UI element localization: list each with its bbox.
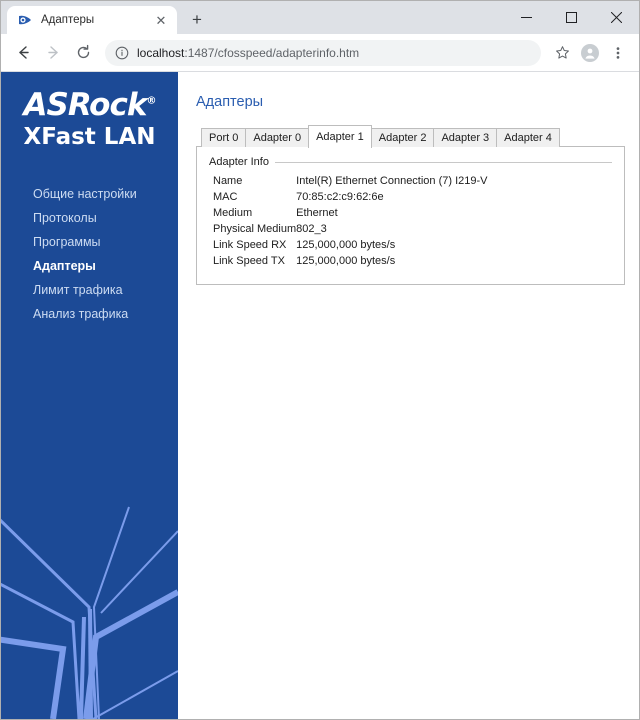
table-row: Name Intel(R) Ethernet Connection (7) I2…: [213, 173, 488, 189]
legend-divider: [274, 161, 612, 163]
row-key: Name: [213, 175, 243, 187]
close-button[interactable]: [594, 1, 639, 33]
adapter-info-panel: Adapter Info Name Intel(R) Ethernet Conn…: [196, 146, 625, 285]
table-row: Medium Ethernet: [213, 205, 488, 221]
row-key: MAC: [213, 191, 238, 203]
browser-window: Адаптеры ✕ + localhost:1487/cfosspeed/ad…: [0, 0, 640, 720]
reload-icon[interactable]: [69, 39, 97, 67]
table-row: Physical Medium 802_3: [213, 221, 488, 237]
sidebar-item-traffic-limit[interactable]: Лимит трафика: [1, 278, 178, 302]
brand-name-text: ASRock: [23, 87, 148, 123]
row-key: Medium: [213, 207, 253, 219]
cfosspeed-favicon-icon: [17, 12, 33, 28]
table-row: Link Speed RX 125,000,000 bytes/s: [213, 237, 488, 253]
url-host: localhost: [137, 45, 185, 60]
table-row: Link Speed TX 125,000,000 bytes/s: [213, 253, 488, 269]
sidebar-item-programs[interactable]: Программы: [1, 230, 178, 254]
tab-close-icon[interactable]: ✕: [153, 12, 169, 28]
browser-tab-title: Адаптеры: [41, 14, 95, 26]
tab-port-0[interactable]: Port 0: [201, 128, 247, 147]
url-path: :1487/cfosspeed/adapterinfo.htm: [184, 45, 360, 60]
table-row: MAC 70:85:c2:c9:62:6e: [213, 189, 488, 205]
circuit-trace-decoration: [1, 506, 178, 719]
tab-adapter-2[interactable]: Adapter 2: [370, 128, 435, 147]
tab-adapter-1[interactable]: Adapter 1: [308, 125, 372, 148]
window-controls: [504, 1, 639, 33]
brand-logo: ASRock® XFast LAN: [1, 72, 178, 149]
row-value: 125,000,000 bytes/s: [296, 255, 396, 267]
main-content: Адаптеры Port 0 Adapter 0 Adapter 1 Adap…: [178, 72, 639, 719]
adapter-info-legend-label: Adapter Info: [209, 156, 269, 168]
sidebar-nav: Общие настройки Протоколы Программы Адап…: [1, 182, 178, 326]
registered-mark: ®: [146, 95, 156, 107]
tab-strip: Адаптеры ✕ +: [1, 1, 211, 34]
browser-toolbar: localhost:1487/cfosspeed/adapterinfo.htm: [1, 34, 639, 72]
sidebar-item-general-settings[interactable]: Общие настройки: [1, 182, 178, 206]
row-value: 802_3: [296, 223, 327, 235]
row-value: 70:85:c2:c9:62:6e: [296, 191, 384, 203]
avatar[interactable]: [577, 40, 603, 66]
address-bar[interactable]: localhost:1487/cfosspeed/adapterinfo.htm: [105, 39, 541, 66]
row-key: Physical Medium: [213, 223, 297, 235]
three-dot-menu-icon[interactable]: [605, 40, 631, 66]
sidebar-item-protocols[interactable]: Протоколы: [1, 206, 178, 230]
minimize-button[interactable]: [504, 1, 549, 33]
row-value: Intel(R) Ethernet Connection (7) I219-V: [296, 175, 488, 187]
star-icon[interactable]: [549, 40, 575, 66]
page-title: Адаптеры: [196, 94, 264, 110]
adapter-info-legend: Adapter Info: [209, 156, 612, 168]
forward-arrow-icon: [39, 39, 67, 67]
adapter-tab-bar: Port 0 Adapter 0 Adapter 1 Adapter 2 Ada…: [196, 125, 625, 148]
address-bar-url: localhost:1487/cfosspeed/adapterinfo.htm: [137, 46, 359, 60]
title-bar: Адаптеры ✕ +: [1, 1, 639, 34]
back-arrow-icon[interactable]: [9, 39, 37, 67]
tab-adapter-4[interactable]: Adapter 4: [496, 128, 560, 147]
row-key: Link Speed TX: [213, 255, 285, 267]
maximize-button[interactable]: [549, 1, 594, 33]
sidebar: ASRock® XFast LAN Общие настройки Проток…: [1, 72, 178, 719]
page-viewport: ASRock® XFast LAN Общие настройки Проток…: [1, 72, 639, 719]
tab-adapter-0[interactable]: Adapter 0: [245, 128, 310, 147]
new-tab-button[interactable]: +: [183, 5, 211, 33]
avatar-icon: [581, 43, 599, 62]
product-name: XFast LAN: [23, 124, 156, 150]
site-info-icon[interactable]: [115, 46, 129, 60]
row-key: Link Speed RX: [213, 239, 287, 251]
tab-adapter-3[interactable]: Adapter 3: [433, 128, 498, 147]
row-value: 125,000,000 bytes/s: [296, 239, 396, 251]
sidebar-item-traffic-analysis[interactable]: Анализ трафика: [1, 302, 178, 326]
sidebar-item-adapters[interactable]: Адаптеры: [1, 254, 178, 278]
adapter-info-table: Name Intel(R) Ethernet Connection (7) I2…: [213, 173, 488, 269]
browser-tab[interactable]: Адаптеры ✕: [7, 6, 177, 34]
row-value: Ethernet: [296, 207, 338, 219]
brand-name: ASRock®: [1, 90, 178, 121]
